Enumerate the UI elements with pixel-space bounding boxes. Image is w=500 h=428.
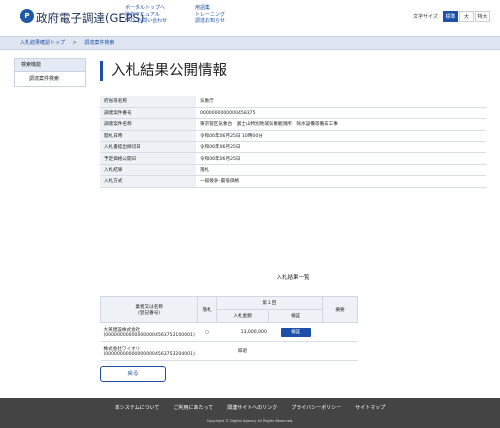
result-list-caption: 入札結果一覧 bbox=[276, 275, 310, 281]
nav-faq-link[interactable]: FAQ･お問い合わせ bbox=[125, 18, 167, 25]
main-content: 入札結果公開情報 府省等名称 気象庁 調達案件番号 00000000000004583… bbox=[99, 58, 486, 382]
breadcrumb-item-top[interactable]: 入札結果確認トップ bbox=[20, 40, 65, 46]
nav-portal-top-link[interactable]: ポータルトップへ bbox=[125, 5, 167, 12]
site-header: P 政府電子調達(GEPS) ポータルトップへ 操作マニュアル FAQ･お問い合… bbox=[0, 0, 500, 36]
breadcrumb-item-search[interactable]: 調達案件検索 bbox=[84, 40, 114, 46]
info-row: 府省等名称 気象庁 bbox=[100, 96, 486, 108]
info-label: 調達案件名称 bbox=[100, 118, 196, 131]
footer-link-about[interactable]: 本システムについて bbox=[115, 404, 160, 411]
info-label: 府省等名称 bbox=[100, 96, 196, 108]
remarks-cell bbox=[322, 322, 358, 342]
nav-notices-link[interactable]: 調達お知らせ bbox=[195, 18, 225, 25]
info-row: 開札日時 令和06年06月25日 10時00分 bbox=[100, 130, 486, 143]
bidder-number: (000000000000000004563753100001) bbox=[103, 332, 195, 338]
copyright: Copyright © Digital Agency All Rights Re… bbox=[206, 419, 294, 423]
footer-link-related-sites[interactable]: 関連サイトへのリンク bbox=[227, 404, 277, 411]
header-nav-primary: ポータルトップへ 操作マニュアル FAQ･お問い合わせ bbox=[125, 5, 167, 25]
font-size-standard-button[interactable]: 標準 bbox=[443, 11, 458, 22]
bid-info-table: 府省等名称 気象庁 調達案件番号 0000000000000458375 調達案件名称東… bbox=[100, 96, 486, 188]
sidebar: 検索機能 調達案件検索 bbox=[14, 58, 86, 87]
info-row: 入札方式 一般競争･最低価格 bbox=[100, 175, 486, 188]
site-footer: 本システムについて ご利用にあたって 関連サイトへのリンク プライバシーポリシー… bbox=[0, 398, 500, 428]
nav-glossary-link[interactable]: 用語集 bbox=[195, 5, 225, 12]
info-label: 入札結果 bbox=[100, 164, 196, 177]
col-header-round: 第１回 bbox=[215, 296, 323, 310]
font-size-switcher: 文字サイズ 標準 大 特大 bbox=[413, 11, 490, 22]
table-row: 大英建設株式会社 (000000000000000004563753100001… bbox=[100, 322, 358, 342]
footer-link-privacy[interactable]: プライバシーポリシー bbox=[291, 404, 341, 411]
bidder-number: (000000000000000004563753204001) bbox=[103, 351, 195, 357]
font-size-label: 文字サイズ bbox=[413, 14, 438, 20]
info-row: 入札結果 落札 bbox=[100, 164, 486, 177]
award-mark bbox=[197, 341, 217, 361]
col-header-amount: 入札金額 bbox=[215, 309, 270, 323]
info-value: 令和06年06月25日 10時00分 bbox=[196, 130, 486, 143]
font-size-large-button[interactable]: 大 bbox=[459, 11, 474, 22]
info-value: 0000000000000458375 bbox=[196, 107, 486, 120]
info-value: 落札 bbox=[196, 164, 486, 177]
remarks-cell bbox=[322, 341, 358, 361]
footer-link-usage[interactable]: ご利用にあたって bbox=[174, 404, 214, 411]
bid-result-table: 業者又は名称 (登記番号) 落札 第１回 摘要 入札金額 検証 大英建設株式会社… bbox=[99, 296, 359, 361]
footer-link-sitemap[interactable]: サイトマップ bbox=[355, 404, 385, 411]
verify-button[interactable]: 検証 bbox=[280, 327, 311, 337]
back-button[interactable]: 戻る bbox=[100, 366, 166, 382]
info-value: 一般競争･最低価格 bbox=[196, 175, 486, 188]
bidder-cell: 大英建設株式会社 (000000000000000004563753100001… bbox=[100, 322, 198, 342]
info-label: 入札書提出締切日 bbox=[100, 141, 196, 154]
info-row: 調達案件番号 0000000000000458375 bbox=[100, 107, 486, 120]
info-value: 令和06年06月25日 bbox=[196, 152, 486, 165]
font-size-xlarge-button[interactable]: 特大 bbox=[475, 11, 490, 22]
breadcrumb-separator-icon: > bbox=[72, 40, 77, 46]
info-label: 調達案件番号 bbox=[100, 107, 196, 120]
check-cell bbox=[268, 341, 323, 361]
info-label: 開札日時 bbox=[100, 130, 196, 143]
header-nav-secondary: 用語集 トレーニング 調達お知らせ bbox=[195, 5, 225, 25]
col-header-bidder: 業者又は名称 (登記番号) bbox=[99, 296, 199, 323]
sidebar-heading: 検索機能 bbox=[14, 58, 86, 72]
bidder-cell: 株式会社ワイオリ (000000000000000004563753204001… bbox=[100, 341, 198, 361]
award-mark: ○ bbox=[197, 322, 217, 342]
table-row: 株式会社ワイオリ (000000000000000004563753204001… bbox=[100, 341, 358, 361]
col-header-award: 落札 bbox=[197, 296, 217, 323]
info-row: 入札書提出締切日 令和06年06月25日 bbox=[100, 141, 486, 154]
info-label: 予定価格公開日 bbox=[100, 152, 196, 165]
sidebar-item-case-search[interactable]: 調達案件検索 bbox=[14, 72, 86, 87]
info-value: 東京管区気象台 富士山特別地域気象観測所 除水設備等撤去工事 bbox=[196, 118, 486, 131]
page-title: 入札結果公開情報 bbox=[100, 61, 486, 81]
info-row: 予定価格公開日 令和06年06月25日 bbox=[100, 152, 486, 165]
info-value: 令和06年06月25日 bbox=[196, 141, 486, 154]
col-header-check: 検証 bbox=[268, 309, 323, 323]
geps-logo-icon[interactable]: P bbox=[20, 9, 34, 23]
info-value: 気象庁 bbox=[196, 96, 486, 108]
info-label: 入札方式 bbox=[100, 175, 196, 188]
footer-links: 本システムについて ご利用にあたって 関連サイトへのリンク プライバシーポリシー… bbox=[0, 404, 500, 411]
breadcrumb: 入札結果確認トップ > 調達案件検索 bbox=[0, 36, 500, 50]
check-cell: 検証 bbox=[268, 322, 323, 342]
bid-amount: 13,000,000 bbox=[216, 322, 269, 342]
info-row: 調達案件名称 東京管区気象台 富士山特別地域気象観測所 除水設備等撤去工事 bbox=[100, 118, 486, 131]
bid-amount: 辞退 bbox=[216, 341, 269, 361]
col-header-remarks: 摘要 bbox=[321, 296, 359, 323]
